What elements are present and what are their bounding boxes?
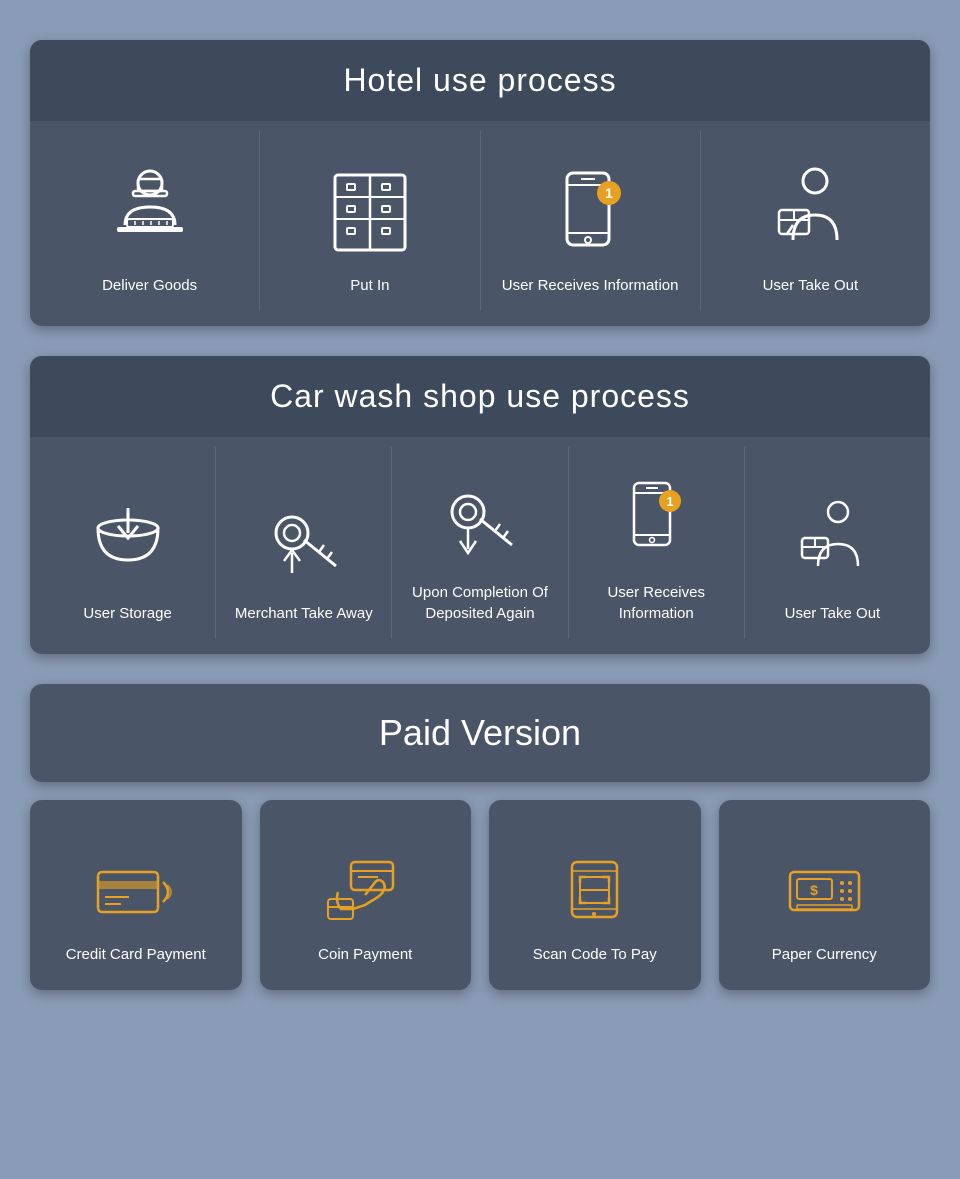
carwash-receives-icon: 1	[606, 467, 706, 567]
hotel-header: Hotel use process	[30, 40, 930, 121]
paid-header: Paid Version	[30, 684, 930, 782]
user-takeout-icon	[760, 160, 860, 260]
hotel-item-takeout-label: User Take Out	[763, 275, 859, 296]
merchant-takeaway-icon	[254, 488, 354, 588]
scan-code-icon	[550, 849, 640, 929]
hotel-icon-grid: Deliver Goods	[30, 121, 930, 326]
paid-title: Paid Version	[379, 712, 581, 753]
carwash-item-merchant: Merchant Take Away	[215, 447, 391, 639]
carwash-item-takeout-label: User Take Out	[785, 603, 881, 624]
paid-item-coin-label: Coin Payment	[318, 944, 412, 965]
carwash-item-storage: User Storage	[40, 447, 215, 639]
hotel-item-putin: Put In	[259, 131, 479, 311]
paid-item-creditcard-label: Credit Card Payment	[66, 944, 206, 965]
svg-text:1: 1	[667, 494, 674, 509]
svg-text:1: 1	[605, 185, 613, 201]
paid-item-paper: $ Paper Currency	[719, 800, 931, 990]
deliver-goods-icon	[100, 160, 200, 260]
paid-section: Paid Version Credit Card Payment	[30, 684, 930, 990]
carwash-item-completion-label: Upon Completion Of Deposited Again	[402, 582, 557, 624]
carwash-takeout-icon	[782, 488, 882, 588]
paid-item-scan: Scan Code To Pay	[489, 800, 701, 990]
carwash-item-takeout: User Take Out	[744, 447, 920, 639]
paid-item-coin: Coin Payment	[260, 800, 472, 990]
coin-payment-icon	[320, 849, 410, 929]
paid-item-creditcard: Credit Card Payment	[30, 800, 242, 990]
hotel-title: Hotel use process	[343, 62, 616, 98]
carwash-item-receives: 1 User Receives Information	[568, 447, 744, 639]
paid-item-paper-label: Paper Currency	[772, 944, 877, 965]
credit-card-icon	[91, 849, 181, 929]
hotel-section: Hotel use process	[30, 40, 930, 326]
paid-grid: Credit Card Payment Coin Payment	[30, 800, 930, 990]
hotel-item-putin-label: Put In	[350, 275, 389, 296]
carwash-title: Car wash shop use process	[270, 378, 690, 414]
carwash-item-merchant-label: Merchant Take Away	[235, 603, 373, 624]
hotel-item-deliver: Deliver Goods	[40, 131, 259, 311]
hotel-item-deliver-label: Deliver Goods	[102, 275, 197, 296]
hotel-item-takeout: User Take Out	[700, 131, 920, 311]
svg-text:$: $	[810, 882, 818, 898]
user-storage-icon	[78, 488, 178, 588]
carwash-section: Car wash shop use process User Storage	[30, 356, 930, 654]
put-in-icon	[320, 160, 420, 260]
hotel-item-receives-label: User Receives Information	[502, 275, 679, 296]
paper-currency-icon: $	[779, 849, 869, 929]
paid-item-scan-label: Scan Code To Pay	[533, 944, 657, 965]
carwash-item-storage-label: User Storage	[83, 603, 171, 624]
receives-info-icon: 1	[540, 160, 640, 260]
carwash-icon-grid: User Storage Merchant Tak	[30, 437, 930, 654]
carwash-header: Car wash shop use process	[30, 356, 930, 437]
completion-deposit-icon	[430, 467, 530, 567]
carwash-item-completion: Upon Completion Of Deposited Again	[391, 447, 567, 639]
hotel-item-receives: 1 User Receives Information	[480, 131, 700, 311]
carwash-item-receives-label: User Receives Information	[579, 582, 734, 624]
